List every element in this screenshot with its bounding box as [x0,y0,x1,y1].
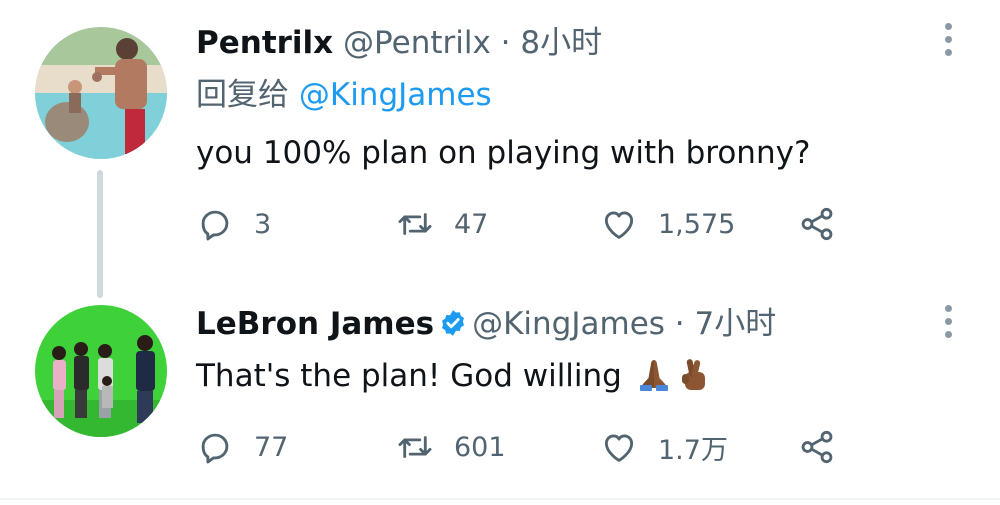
beach-photo-avatar-icon [35,27,167,159]
display-name[interactable]: LeBron James [196,306,434,342]
retweet-button[interactable]: 47 [396,200,488,248]
crossed-fingers-emoji-icon [681,359,705,390]
more-options-button[interactable] [935,20,961,60]
avatar[interactable] [35,305,167,437]
more-dot-icon [945,318,952,325]
separator: · [674,306,685,342]
retweet-count: 47 [454,208,489,240]
reply-prefix: 回复给 [196,77,289,113]
divider [0,498,1000,500]
more-dot-icon [945,49,952,56]
tweet-actions: 77 601 1.7万 [196,423,856,471]
tweet-text-content: That's the plan! God willing [196,358,622,394]
avatar[interactable] [35,27,167,159]
thread-line [97,170,103,298]
tweet-header: LeBron James @KingJames · 7小时 [196,304,776,344]
reply-mention-link[interactable]: @KingJames [299,77,492,113]
tweet-kingjames[interactable]: LeBron James @KingJames · 7小时 That's the… [0,300,1000,498]
more-options-button[interactable] [935,302,961,342]
like-button[interactable]: 1,575 [600,200,735,248]
reply-icon [201,433,229,464]
more-dot-icon [945,331,952,338]
reply-count: 3 [254,208,272,240]
retweet-count: 601 [454,431,506,463]
timestamp[interactable]: 7小时 [695,306,777,342]
share-icon [801,430,833,464]
green-screen-photo-avatar-icon [35,305,167,437]
more-dot-icon [945,36,952,43]
tweet-header: Pentrilx @Pentrilx · 8小时 [196,23,602,63]
display-name[interactable]: Pentrilx [196,25,333,61]
timestamp[interactable]: 8小时 [520,25,602,61]
more-dot-icon [945,23,952,30]
reply-button[interactable]: 77 [196,423,288,471]
retweet-button[interactable]: 601 [396,423,506,471]
heart-icon [604,434,634,462]
share-button[interactable] [798,423,836,471]
user-handle[interactable]: @Pentrilx [343,25,491,61]
verified-badge-icon [442,310,465,336]
reply-icon [201,210,229,241]
tweet-actions: 3 47 1,575 [196,200,856,248]
like-count: 1.7万 [658,434,728,466]
retweet-icon [398,213,432,235]
reply-button[interactable]: 3 [196,200,271,248]
like-button[interactable]: 1.7万 [600,423,728,471]
share-icon [801,207,833,241]
reply-count: 77 [254,431,289,463]
replying-to: 回复给 @KingJames [196,75,492,115]
tweet-text: you 100% plan on playing with bronny? [196,135,811,171]
like-count: 1,575 [658,208,736,240]
heart-icon [604,211,634,239]
separator: · [500,25,511,61]
retweet-icon [398,436,432,458]
tweet-text: That's the plan! God willing [196,356,712,396]
more-dot-icon [945,305,952,312]
tweet-pentrilx[interactable]: Pentrilx @Pentrilx · 8小时 回复给 @KingJames … [0,0,1000,300]
user-handle[interactable]: @KingJames [472,306,665,342]
share-button[interactable] [798,200,836,248]
folded-hands-emoji-icon [639,360,668,391]
